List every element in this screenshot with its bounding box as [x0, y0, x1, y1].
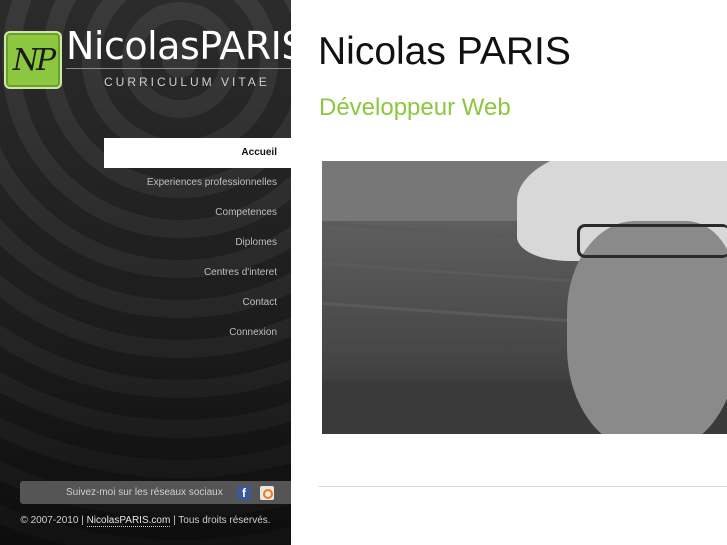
content-divider — [318, 486, 727, 487]
title-divider — [66, 68, 291, 69]
sidebar: NP NicolasPARIS CURRICULUM VITAE Accueil… — [0, 0, 291, 545]
rss-icon[interactable] — [260, 486, 274, 500]
profile-photo — [322, 161, 727, 434]
nav-item-connexion[interactable]: Connexion — [0, 318, 291, 348]
photo-stripe — [322, 301, 582, 324]
nav-item-centres-interet[interactable]: Centres d'interet — [0, 258, 291, 288]
page-title: Nicolas PARIS — [318, 30, 571, 73]
footer-copyright: © 2007-2010 | — [20, 515, 87, 526]
social-label: Suivez-moi sur les réseaux sociaux — [66, 487, 223, 498]
nav-item-competences[interactable]: Competences — [0, 198, 291, 228]
footer: © 2007-2010 | NicolasPARIS.com | Tous dr… — [0, 515, 291, 527]
photo-glasses — [577, 224, 727, 258]
logo-monogram: NP — [12, 42, 56, 78]
logo[interactable]: NP — [4, 31, 62, 89]
site-subtitle: CURRICULUM VITAE — [104, 75, 270, 89]
nav-item-diplomes[interactable]: Diplomes — [0, 228, 291, 258]
nav-item-experiences[interactable]: Experiences professionnelles — [0, 168, 291, 198]
footer-rights: | Tous droits réservés. — [170, 515, 271, 526]
nav-item-contact[interactable]: Contact — [0, 288, 291, 318]
site-title[interactable]: NicolasPARIS — [66, 24, 291, 68]
page-subtitle: Développeur Web — [319, 94, 511, 121]
nav-item-accueil[interactable]: Accueil — [104, 138, 291, 168]
social-bar: Suivez-moi sur les réseaux sociaux f — [20, 481, 291, 504]
footer-site-link[interactable]: NicolasPARIS.com — [86, 515, 171, 527]
facebook-icon[interactable]: f — [237, 486, 251, 500]
photo-stripe — [322, 261, 582, 284]
main-nav: Accueil Experiences professionnelles Com… — [0, 138, 291, 348]
